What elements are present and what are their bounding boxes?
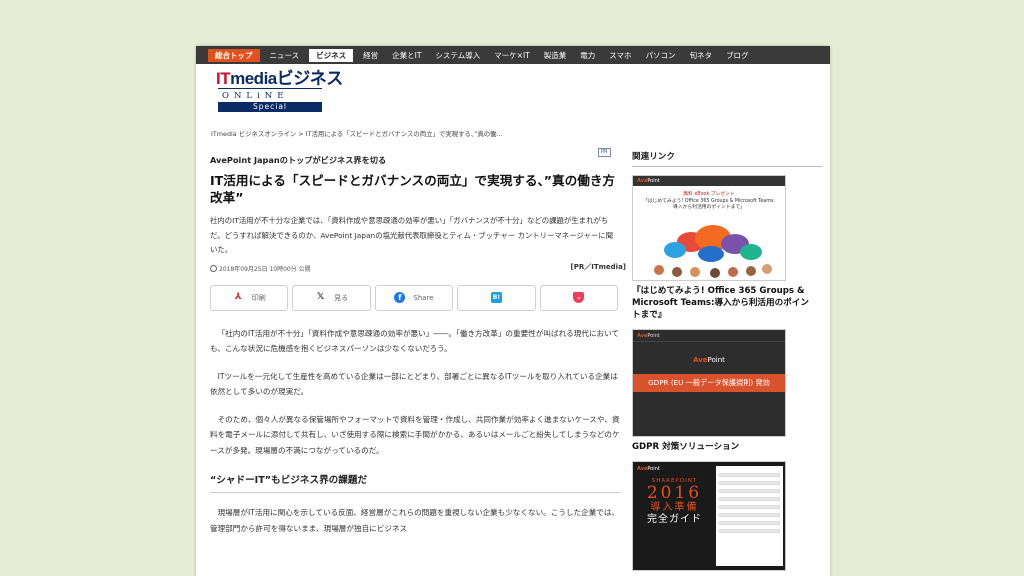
print-label: 印刷 [251, 293, 266, 302]
ad-brand-bar: AvePoint [633, 330, 785, 342]
ad-gdpr-banner[interactable]: AvePoint AvePoint GDPR (EU 一般データ保護規則) 発効 [632, 329, 786, 437]
x-icon: 𝕏 [316, 292, 325, 302]
logo-rule [218, 88, 322, 89]
avepoint-logo: AvePoint [637, 178, 660, 184]
article-lead: 社内のIT活用が不十分な企業では、「資料作成や意思疎通の効率が悪い」「ガバナンス… [210, 216, 614, 254]
hatena-bookmark-button[interactable]: B! [457, 284, 536, 311]
share-buttons: ⅄ 印刷 𝕏 見る f Share B! ⌄ [210, 284, 619, 311]
ad-caption-ebook[interactable]: 『はじめてみよう! Office 365 Groups & Microsoft … [632, 285, 814, 321]
nav-item-power[interactable]: 電力 [573, 49, 602, 62]
x-share-button[interactable]: 𝕏 見る [292, 284, 371, 311]
nav-item-news[interactable]: ニュース [263, 49, 307, 62]
guide-title-2: 完全ガイド [646, 514, 702, 525]
avepoint-logo-large: AvePoint [693, 356, 725, 364]
sharepoint-guide-cover: AvePoint SHAREPOINT 2016 導入準備 完全ガイド [633, 462, 716, 570]
breadcrumb[interactable]: ITmedia ビジネスオンライン > IT活用による「スピードとガバナンスの両… [211, 129, 503, 138]
clock-icon [210, 264, 217, 272]
sidebar-title: 関連リンク [632, 150, 822, 167]
pdf-icon: ⅄ [234, 292, 242, 302]
article-source: [PR／ITmedia] [570, 262, 626, 271]
pocket-button[interactable]: ⌄ [539, 284, 619, 311]
article-paragraph: そのため、個々人が異なる保管場所やフォーマットで資料を管理・作成し、共同作業が効… [210, 414, 620, 455]
x-share-label: 見る [334, 293, 349, 302]
facebook-share-label: Share [413, 293, 434, 302]
top-nav: 総合トップ ニュース ビジネス 経営 企業とIT システム導入 マーケ×IT 製… [196, 46, 830, 64]
ad-ebook-text: 無料 eBook プレゼント 「はじめてみよう! Office 365 Grou… [642, 192, 776, 210]
ad-form-preview [715, 466, 783, 566]
print-button[interactable]: ⅄ 印刷 [210, 284, 289, 311]
article-paragraph: ITツールを一元化して生産性を高めている企業は一部にとどまり、部署ごとに異なるI… [210, 371, 618, 397]
sharepoint-year: 2016 [646, 483, 703, 503]
avepoint-logo: AvePoint [637, 332, 660, 339]
facebook-share-button[interactable]: f Share [374, 284, 454, 311]
nav-item-enterprise-it[interactable]: 企業とIT [385, 49, 428, 62]
hatena-bookmark-icon: B! [490, 292, 502, 303]
pocket-icon: ⌄ [573, 292, 585, 303]
cloud-illustration [654, 225, 772, 278]
article: AvePoint Japanのトップがビジネス界を切る IT活用による「スピード… [210, 154, 626, 536]
nav-item-pc[interactable]: パソコン [639, 49, 683, 62]
nav-item-management[interactable]: 経営 [356, 49, 385, 62]
ad-brand-bar: AvePoint [633, 176, 785, 186]
facebook-icon: f [394, 292, 406, 303]
logo-special: Special [218, 102, 322, 112]
sidebar: 関連リンク AvePoint 無料 eBook プレゼント 「はじめてみよう! … [632, 150, 822, 571]
publish-date-text: 2018年09月25日 10時00分 公開 [219, 265, 311, 273]
ad-ebook-banner[interactable]: AvePoint 無料 eBook プレゼント 「はじめてみよう! Office… [632, 175, 786, 281]
nav-item-smartphone[interactable]: スマホ [602, 49, 638, 62]
guide-title-1: 導入準備 [650, 502, 699, 513]
ad-sharepoint-banner[interactable]: AvePoint SHAREPOINT 2016 導入準備 完全ガイド [632, 461, 786, 571]
nav-item-system[interactable]: システム導入 [428, 49, 487, 62]
nav-item-marketing[interactable]: マーケ×IT [487, 49, 537, 62]
nav-item-manufacturing[interactable]: 製造業 [537, 49, 574, 62]
article-paragraph: 「社内のIT活用が不十分」「資料作成や意思疎通の効率が悪い」――。「働き方改革」… [210, 328, 620, 354]
gdpr-banner-text: GDPR (EU 一般データ保護規則) 発効 [633, 374, 785, 392]
site-logo[interactable]: ITmediaビジネス ONLiNE Special [216, 69, 343, 116]
logo-online: ONLiNE [222, 91, 289, 101]
ad-caption-gdpr[interactable]: GDPR 対策ソリューション [632, 441, 814, 453]
article-paragraph: 現場層がIT活用に関心を示している反面、経営層がこれらの問題を重視しない企業も少… [210, 508, 620, 533]
nav-item-business[interactable]: ビジネス [309, 48, 354, 62]
nav-item-home[interactable]: 総合トップ [208, 48, 260, 62]
logo-it: IT [216, 69, 231, 88]
article-headline: IT活用による「スピードとガバナンスの両立」で実現する、”真の働き方改革” [210, 173, 616, 205]
section-heading: “シャドーIT”もビジネス界の課題だ [210, 472, 620, 493]
article-kicker: AvePoint Japanのトップがビジネス界を切る [210, 155, 387, 165]
article-meta: 2018年09月25日 10時00分 公開 [PR／ITmedia] [210, 261, 626, 275]
nav-item-trends[interactable]: 旬ネタ [683, 49, 720, 62]
browser-page: 総合トップ ニュース ビジネス 経営 企業とIT システム導入 マーケ×IT 製… [196, 46, 830, 576]
avepoint-logo: AvePoint [637, 466, 660, 472]
publish-date: 2018年09月25日 10時00分 公開 [210, 264, 311, 273]
nav-item-blog[interactable]: ブログ [719, 49, 756, 62]
logo-media: mediaビジネス [230, 69, 343, 88]
